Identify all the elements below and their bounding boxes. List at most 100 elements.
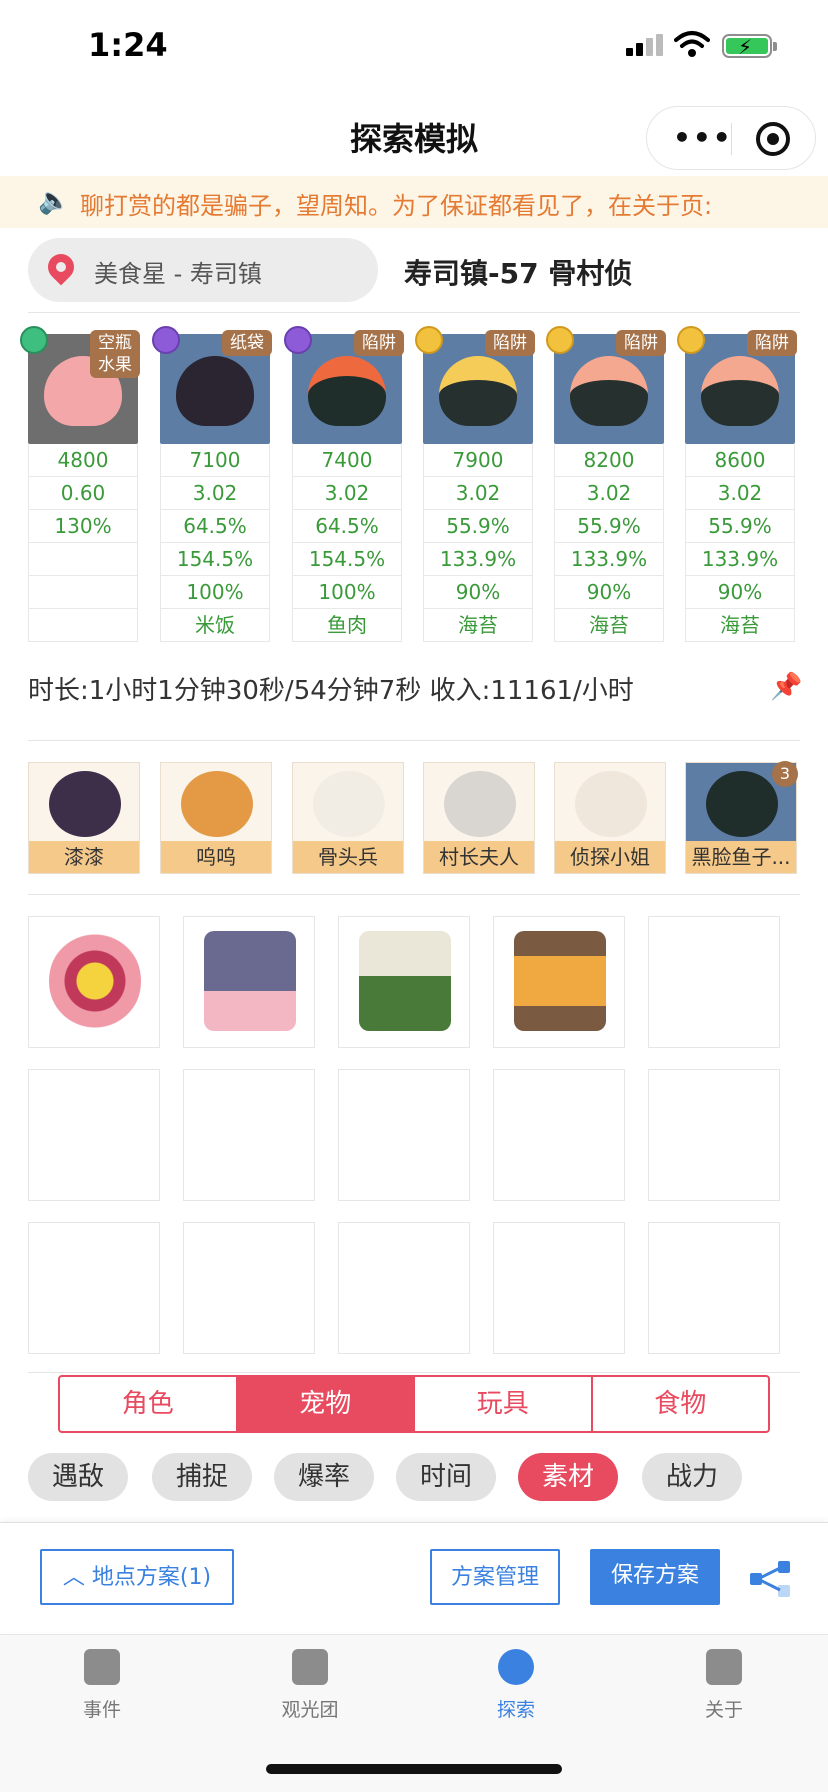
location-selector[interactable]: 美食星 - 寿司镇 <box>28 238 378 302</box>
chip-encounter[interactable]: 遇敌 <box>28 1453 128 1501</box>
save-plan-button[interactable]: 保存方案 <box>590 1549 720 1605</box>
chip-power[interactable]: 战力 <box>642 1453 742 1501</box>
pet-card[interactable]: 呜呜 <box>160 762 272 874</box>
enemy-stat-cell: 7900 <box>423 444 533 477</box>
chip-drop-rate[interactable]: 爆率 <box>274 1453 374 1501</box>
item-slot[interactable] <box>183 916 315 1048</box>
pet-name: 呜呜 <box>161 841 271 873</box>
enemy-image: 纸袋 <box>152 326 272 444</box>
item-slot[interactable] <box>28 1069 160 1201</box>
pet-name: 漆漆 <box>29 841 139 873</box>
item-slot[interactable] <box>648 1222 780 1354</box>
enemy-stat-cell: 8600 <box>685 444 795 477</box>
enemy-sprite <box>439 356 517 426</box>
tab-role[interactable]: 角色 <box>60 1377 238 1431</box>
pet-card[interactable]: 村长夫人 <box>423 762 535 874</box>
enemy-card[interactable]: 陷阱 8600 3.02 55.9% 133.9% 90% 海苔 <box>677 326 797 642</box>
enemy-card[interactable]: 陷阱 7400 3.02 64.5% 154.5% 100% 鱼肉 <box>284 326 404 642</box>
item-slot[interactable] <box>493 1222 625 1354</box>
enemy-sprite <box>308 356 386 426</box>
enemy-stat-cell: 8200 <box>554 444 664 477</box>
enemy-stat-cell: 133.9% <box>685 543 795 576</box>
item-slot[interactable] <box>183 1069 315 1201</box>
item-slot[interactable] <box>493 916 625 1048</box>
enemy-stat-cell: 3.02 <box>554 477 664 510</box>
enemy-card[interactable]: 空瓶 水果 4800 0.60 130% <box>20 326 140 642</box>
item-slot[interactable] <box>338 1069 470 1201</box>
item-slot[interactable] <box>28 1222 160 1354</box>
pet-card[interactable]: 侦探小姐 <box>554 762 666 874</box>
divider <box>28 894 800 895</box>
pet-avatar <box>575 771 647 837</box>
enemy-image: 空瓶 水果 <box>20 326 140 444</box>
enemy-image: 陷阱 <box>677 326 797 444</box>
pet-name: 骨头兵 <box>293 841 403 873</box>
enemy-stat-cell: 3.02 <box>292 477 402 510</box>
tabbar-tour[interactable]: 观光团 <box>250 1649 370 1722</box>
tabbar-tour-label: 观光团 <box>281 1699 339 1721</box>
location-pin-icon <box>42 248 80 286</box>
enemy-stat-cell: 海苔 <box>554 609 664 642</box>
enemy-stat-cell: 64.5% <box>160 510 270 543</box>
signal-icon <box>626 34 666 56</box>
chip-material[interactable]: 素材 <box>518 1453 618 1501</box>
enemy-sprite <box>701 356 779 426</box>
enemy-card[interactable]: 陷阱 8200 3.02 55.9% 133.9% 90% 海苔 <box>546 326 666 642</box>
chip-capture[interactable]: 捕捉 <box>152 1453 252 1501</box>
enemy-stat-cell: 130% <box>28 510 138 543</box>
blender-icon <box>204 931 296 1031</box>
tab-food[interactable]: 食物 <box>593 1377 769 1431</box>
chevron-up-icon: ︿ <box>62 1565 92 1590</box>
location-name: 寿司镇-57 骨村侦 <box>404 257 633 290</box>
nav-bar: 探索模拟 ••• <box>0 94 828 176</box>
tier-icon <box>546 326 574 354</box>
enemy-stat-cell: 100% <box>160 576 270 609</box>
enemy-card[interactable]: 陷阱 7900 3.02 55.9% 133.9% 90% 海苔 <box>415 326 535 642</box>
tab-toy[interactable]: 玩具 <box>415 1377 593 1431</box>
tabbar-explore-label: 探索 <box>496 1699 535 1721</box>
enemy-stat-cell: 133.9% <box>554 543 664 576</box>
notice-text: 聊打赏的都是骗子，望周知。为了保证都看见了，在关于页: <box>80 192 713 220</box>
pet-avatar <box>49 771 121 837</box>
tabbar-about-label: 关于 <box>704 1699 743 1721</box>
home-indicator <box>266 1764 562 1774</box>
more-icon[interactable]: ••• <box>673 124 733 152</box>
location-plan-button[interactable]: ︿ 地点方案(1) <box>40 1549 234 1605</box>
item-slot[interactable] <box>648 916 780 1048</box>
enemy-stat-cell: 154.5% <box>160 543 270 576</box>
chip-time[interactable]: 时间 <box>396 1453 496 1501</box>
share-icon[interactable] <box>748 1559 794 1599</box>
enemy-stat-cell: 133.9% <box>423 543 533 576</box>
tabbar-explore[interactable]: 探索 <box>456 1649 576 1722</box>
pin-icon[interactable]: 📌 <box>770 672 802 702</box>
item-slot[interactable] <box>28 916 160 1048</box>
pet-avatar <box>706 771 778 837</box>
pet-avatar <box>444 771 516 837</box>
list-icon <box>706 1649 742 1685</box>
enemy-stat-cell: 90% <box>423 576 533 609</box>
item-slot[interactable] <box>493 1069 625 1201</box>
item-slot[interactable] <box>338 916 470 1048</box>
enemy-tag: 空瓶 水果 <box>90 330 140 378</box>
location-selector-label: 美食星 - 寿司镇 <box>94 260 262 288</box>
close-miniprogram-icon[interactable] <box>756 122 790 156</box>
item-slot[interactable] <box>338 1222 470 1354</box>
tab-pet[interactable]: 宠物 <box>237 1377 415 1431</box>
pet-card[interactable]: 漆漆 <box>28 762 140 874</box>
category-tabs: 角色 宠物 玩具 食物 <box>58 1375 770 1433</box>
pet-card[interactable]: 黑脸鱼子... 3 <box>685 761 798 874</box>
enemy-stat-cell: 3.02 <box>423 477 533 510</box>
enemy-stat-cell: 100% <box>292 576 402 609</box>
item-slot[interactable] <box>648 1069 780 1201</box>
item-slot[interactable] <box>183 1222 315 1354</box>
notice-bar: 🔈 聊打赏的都是骗子，望周知。为了保证都看见了，在关于页: <box>0 176 828 228</box>
enemy-stat-cell: 米饭 <box>160 609 270 642</box>
enemy-stat-cell: 4800 <box>28 444 138 477</box>
pet-card[interactable]: 骨头兵 <box>292 762 404 874</box>
manage-plans-button[interactable]: 方案管理 <box>430 1549 560 1605</box>
pet-avatar <box>313 771 385 837</box>
pet-count-badge: 3 <box>772 761 798 787</box>
tabbar-about[interactable]: 关于 <box>664 1649 784 1722</box>
enemy-card[interactable]: 纸袋 7100 3.02 64.5% 154.5% 100% 米饭 <box>152 326 272 642</box>
tabbar-events[interactable]: 事件 <box>42 1649 162 1722</box>
